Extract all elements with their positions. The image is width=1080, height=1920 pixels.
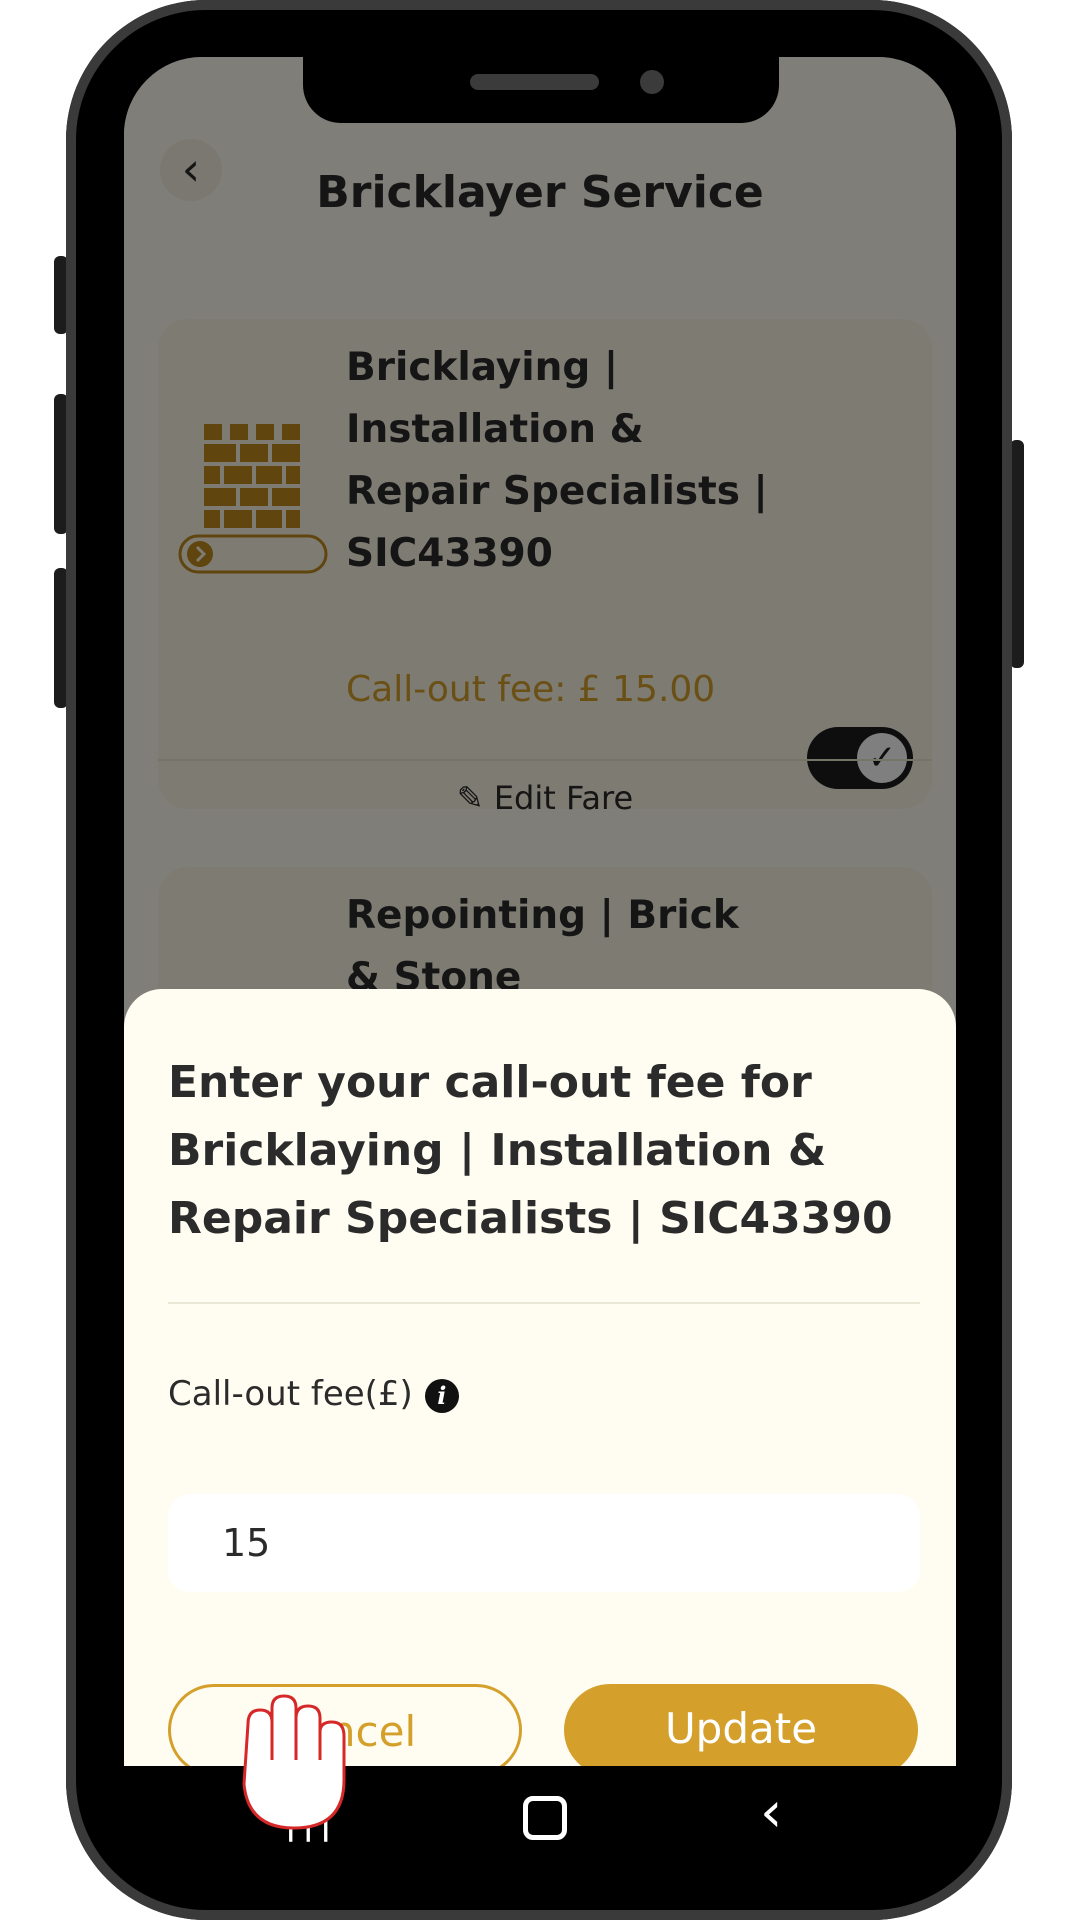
home-icon[interactable] [523,1796,567,1840]
power-button [1010,440,1024,668]
tap-hand-icon [242,1694,346,1830]
front-camera [640,70,664,94]
notch [303,57,779,123]
fee-field-label: Call-out fee(£) [168,1374,413,1414]
nav-back-icon[interactable]: ‹ [760,1780,782,1845]
sheet-divider [168,1302,920,1304]
info-icon[interactable]: i [424,1378,459,1413]
sheet-title: Enter your call-out fee for Bricklaying … [168,1057,893,1244]
app-screen: ‹ Bricklayer Service Bricklaying | Insta… [124,57,956,1766]
speaker [470,74,599,90]
fee-field-label-row: Call-out fee(£) i [168,1374,459,1414]
update-button[interactable]: Update [564,1684,918,1766]
edit-fee-sheet: Enter your call-out fee for Bricklaying … [124,989,956,1766]
call-out-fee-input[interactable] [168,1494,920,1592]
